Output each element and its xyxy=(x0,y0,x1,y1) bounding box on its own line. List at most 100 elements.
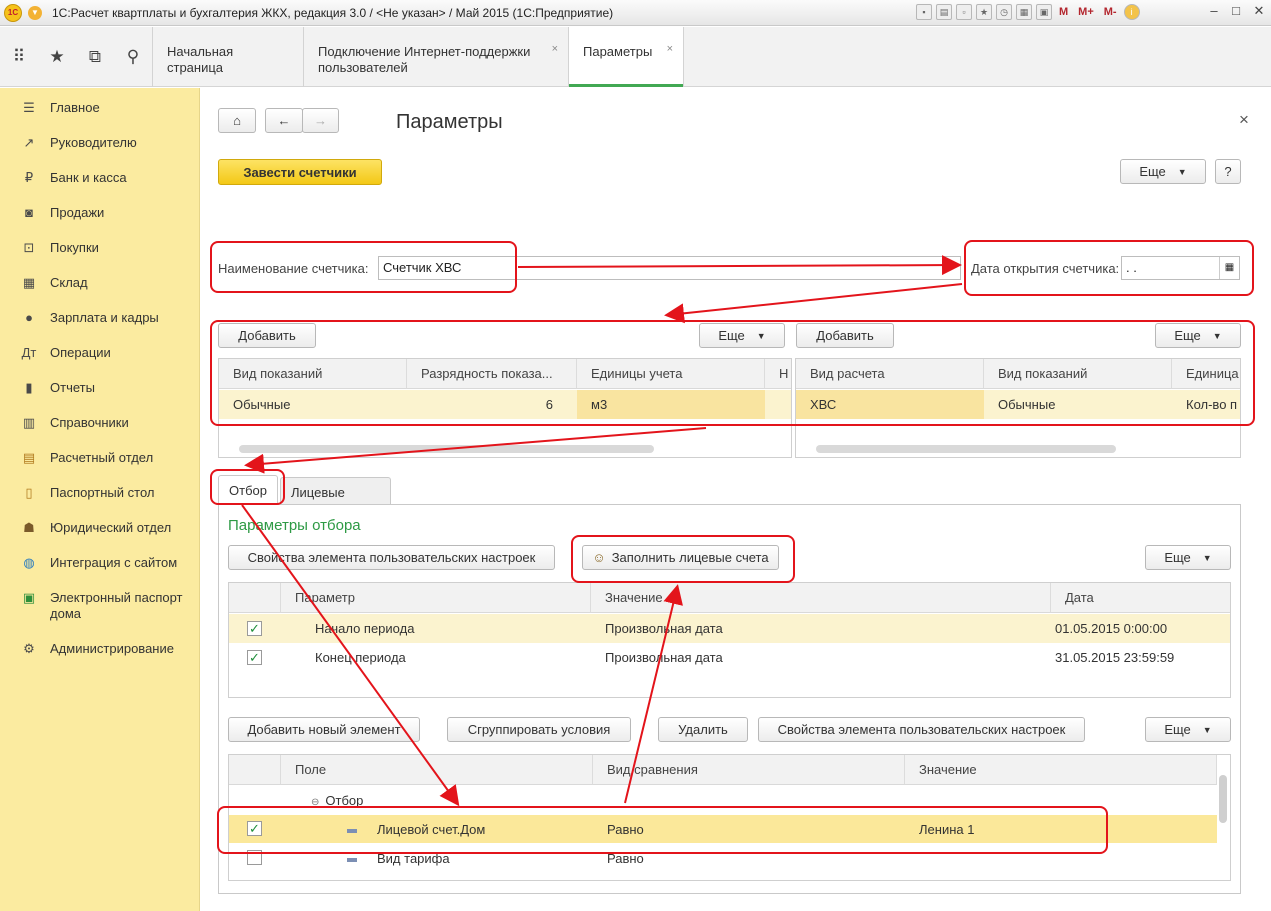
people-icon: ☺ xyxy=(592,550,606,565)
tab-accounts[interactable]: Лицевые счета xyxy=(280,477,391,515)
delete-button[interactable]: Удалить xyxy=(658,717,748,742)
open-date-input[interactable]: . . ▦ xyxy=(1121,256,1240,280)
reading-type-cell: Обычные xyxy=(998,397,1056,412)
preview-icon[interactable]: ▫ xyxy=(956,4,972,20)
tab-home[interactable]: Начальная страница xyxy=(152,27,303,87)
back-button[interactable]: ← xyxy=(265,108,303,133)
history-copy-icon[interactable]: ⧉ xyxy=(76,47,114,67)
sidebar-item-legal[interactable]: ☗ Юридический отдел xyxy=(0,520,200,536)
calendar-icon[interactable]: ▦ xyxy=(1219,257,1239,279)
favorite-add-icon[interactable]: ★ xyxy=(976,4,992,20)
sidebar-item-manager[interactable]: ↗ Руководителю xyxy=(0,135,200,151)
sidebar-item-bank[interactable]: ₽ Банк и касса xyxy=(0,170,200,186)
sidebar-item-admin[interactable]: ⚙ Администрирование xyxy=(0,641,200,657)
column-header[interactable]: Значение xyxy=(591,583,1051,613)
home-button[interactable]: ⌂ xyxy=(218,108,256,133)
calc-more-button[interactable]: Еще ▼ xyxy=(1155,323,1241,348)
fill-accounts-button[interactable]: ☺ Заполнить лицевые счета xyxy=(582,545,779,570)
arrow-right-icon: → xyxy=(314,113,327,128)
print-icon[interactable]: ▤ xyxy=(936,4,952,20)
counter-name-input[interactable]: Счетчик ХВС xyxy=(378,256,961,280)
column-header[interactable]: Единица xyxy=(1172,359,1240,389)
history-icon[interactable]: ◷ xyxy=(996,4,1012,20)
collapse-icon[interactable]: ⊖ xyxy=(311,797,319,808)
row-checkbox[interactable]: ✓ xyxy=(247,621,262,636)
sidebar-item-purchases[interactable]: ⊡ Покупки xyxy=(0,240,200,256)
save-icon[interactable]: ▪ xyxy=(916,4,932,20)
create-counters-button[interactable]: Завести счетчики xyxy=(218,159,382,185)
maximize-icon[interactable]: □ xyxy=(1227,3,1245,18)
user-settings-props-button[interactable]: Свойства элемента пользовательских настр… xyxy=(228,545,555,570)
readings-more-button[interactable]: Еще ▼ xyxy=(699,323,785,348)
row-checkbox[interactable] xyxy=(247,850,262,865)
calc-type-cell: ХВС xyxy=(810,397,837,412)
calculator-icon[interactable]: ▦ xyxy=(1016,4,1032,20)
memory-minus-button[interactable]: M- xyxy=(1104,6,1117,18)
column-header[interactable]: Н xyxy=(765,359,791,389)
tab-parameters[interactable]: Параметры × xyxy=(568,27,684,87)
column-header[interactable]: Значение xyxy=(905,755,1217,785)
add-element-button[interactable]: Добавить новый элемент xyxy=(228,717,420,742)
apps-grid-icon[interactable]: ⠿ xyxy=(0,47,38,67)
column-header[interactable]: Дата xyxy=(1051,583,1230,613)
param-cell: Начало периода xyxy=(315,621,415,636)
window-title: 1С:Расчет квартплаты и бухгалтерия ЖКХ, … xyxy=(52,5,614,20)
form-close-icon[interactable]: × xyxy=(1239,110,1249,130)
column-header[interactable]: Разрядность показа... xyxy=(407,359,577,389)
horizontal-scrollbar[interactable] xyxy=(816,445,1116,453)
element-props-button[interactable]: Свойства элемента пользовательских настр… xyxy=(758,717,1085,742)
sidebar-item-reports[interactable]: ▮ Отчеты xyxy=(0,380,200,396)
favorites-star-icon[interactable]: ★ xyxy=(38,47,76,67)
info-icon[interactable]: i xyxy=(1123,4,1140,20)
row-checkbox[interactable]: ✓ xyxy=(247,650,262,665)
forward-button[interactable]: → xyxy=(302,108,339,133)
sidebar-item-main[interactable]: ☰ Главное xyxy=(0,100,200,116)
calendar-icon[interactable]: ▣ xyxy=(1036,4,1052,20)
sidebar-item-sales[interactable]: ◙ Продажи xyxy=(0,205,200,221)
sidebar-item-billing[interactable]: ▤ Расчетный отдел xyxy=(0,450,200,466)
tab-label: Параметры xyxy=(583,44,653,59)
sidebar-item-operations[interactable]: Дт Операции xyxy=(0,345,200,361)
counter-name-label: Наименование счетчика: xyxy=(218,261,369,276)
memory-button[interactable]: M xyxy=(1059,6,1068,18)
sidebar-item-site[interactable]: ◍ Интеграция с сайтом xyxy=(0,555,200,571)
row-checkbox[interactable]: ✓ xyxy=(247,821,262,836)
tab-internet-support[interactable]: Подключение Интернет-поддержки пользоват… xyxy=(303,27,568,87)
close-icon[interactable]: × xyxy=(552,41,558,57)
arrow-left-icon: ← xyxy=(277,113,291,128)
tab-label: Начальная страница xyxy=(167,44,234,75)
sidebar-item-catalogs[interactable]: ▥ Справочники xyxy=(0,415,200,431)
1c-logo-icon[interactable]: 1С xyxy=(4,3,22,22)
sidebar-item-passport[interactable]: ▯ Паспортный стол xyxy=(0,485,200,501)
param-cell: Конец периода xyxy=(315,650,406,665)
tab-filter[interactable]: Отбор xyxy=(218,475,278,505)
minimize-icon[interactable]: – xyxy=(1205,3,1223,18)
search-icon[interactable]: ⚲ xyxy=(114,47,152,67)
help-button[interactable]: ? xyxy=(1215,159,1241,184)
more-button[interactable]: Еще ▼ xyxy=(1120,159,1206,184)
sections-sidebar: ☰ Главное ↗ Руководителю ₽ Банк и касса ◙ Пр… xyxy=(0,88,200,911)
add-reading-button[interactable]: Добавить xyxy=(218,323,316,348)
sidebar-item-salary[interactable]: ● Зарплата и кадры xyxy=(0,310,200,326)
column-header[interactable]: Параметр xyxy=(281,583,591,613)
filter-more-button[interactable]: Еще ▼ xyxy=(1145,545,1231,570)
tree-group-row[interactable]: ⊖ Отбор xyxy=(297,786,537,815)
vertical-scrollbar[interactable] xyxy=(1219,775,1227,823)
main-menu-icon[interactable]: ▼ xyxy=(28,5,42,20)
column-header[interactable]: Поле xyxy=(281,755,593,785)
sidebar-item-epassport[interactable]: ▣ Электронный паспорт дома xyxy=(0,590,200,622)
column-header[interactable]: Вид расчета xyxy=(796,359,984,389)
horizontal-scrollbar[interactable] xyxy=(239,445,654,453)
window-close-icon[interactable]: ✕ xyxy=(1250,3,1268,19)
column-header[interactable]: Вид показаний xyxy=(219,359,407,389)
add-calc-button[interactable]: Добавить xyxy=(796,323,894,348)
column-header[interactable]: Единицы учета xyxy=(577,359,765,389)
column-header[interactable]: Вид сравнения xyxy=(593,755,905,785)
group-conditions-button[interactable]: Сгруппировать условия xyxy=(447,717,631,742)
column-header[interactable]: Вид показаний xyxy=(984,359,1172,389)
close-icon[interactable]: × xyxy=(667,41,673,57)
conditions-more-button[interactable]: Еще ▼ xyxy=(1145,717,1231,742)
sidebar-item-warehouse[interactable]: ▦ Склад xyxy=(0,275,200,291)
memory-plus-button[interactable]: M+ xyxy=(1078,6,1094,18)
reading-type-cell: Обычные xyxy=(233,397,291,412)
